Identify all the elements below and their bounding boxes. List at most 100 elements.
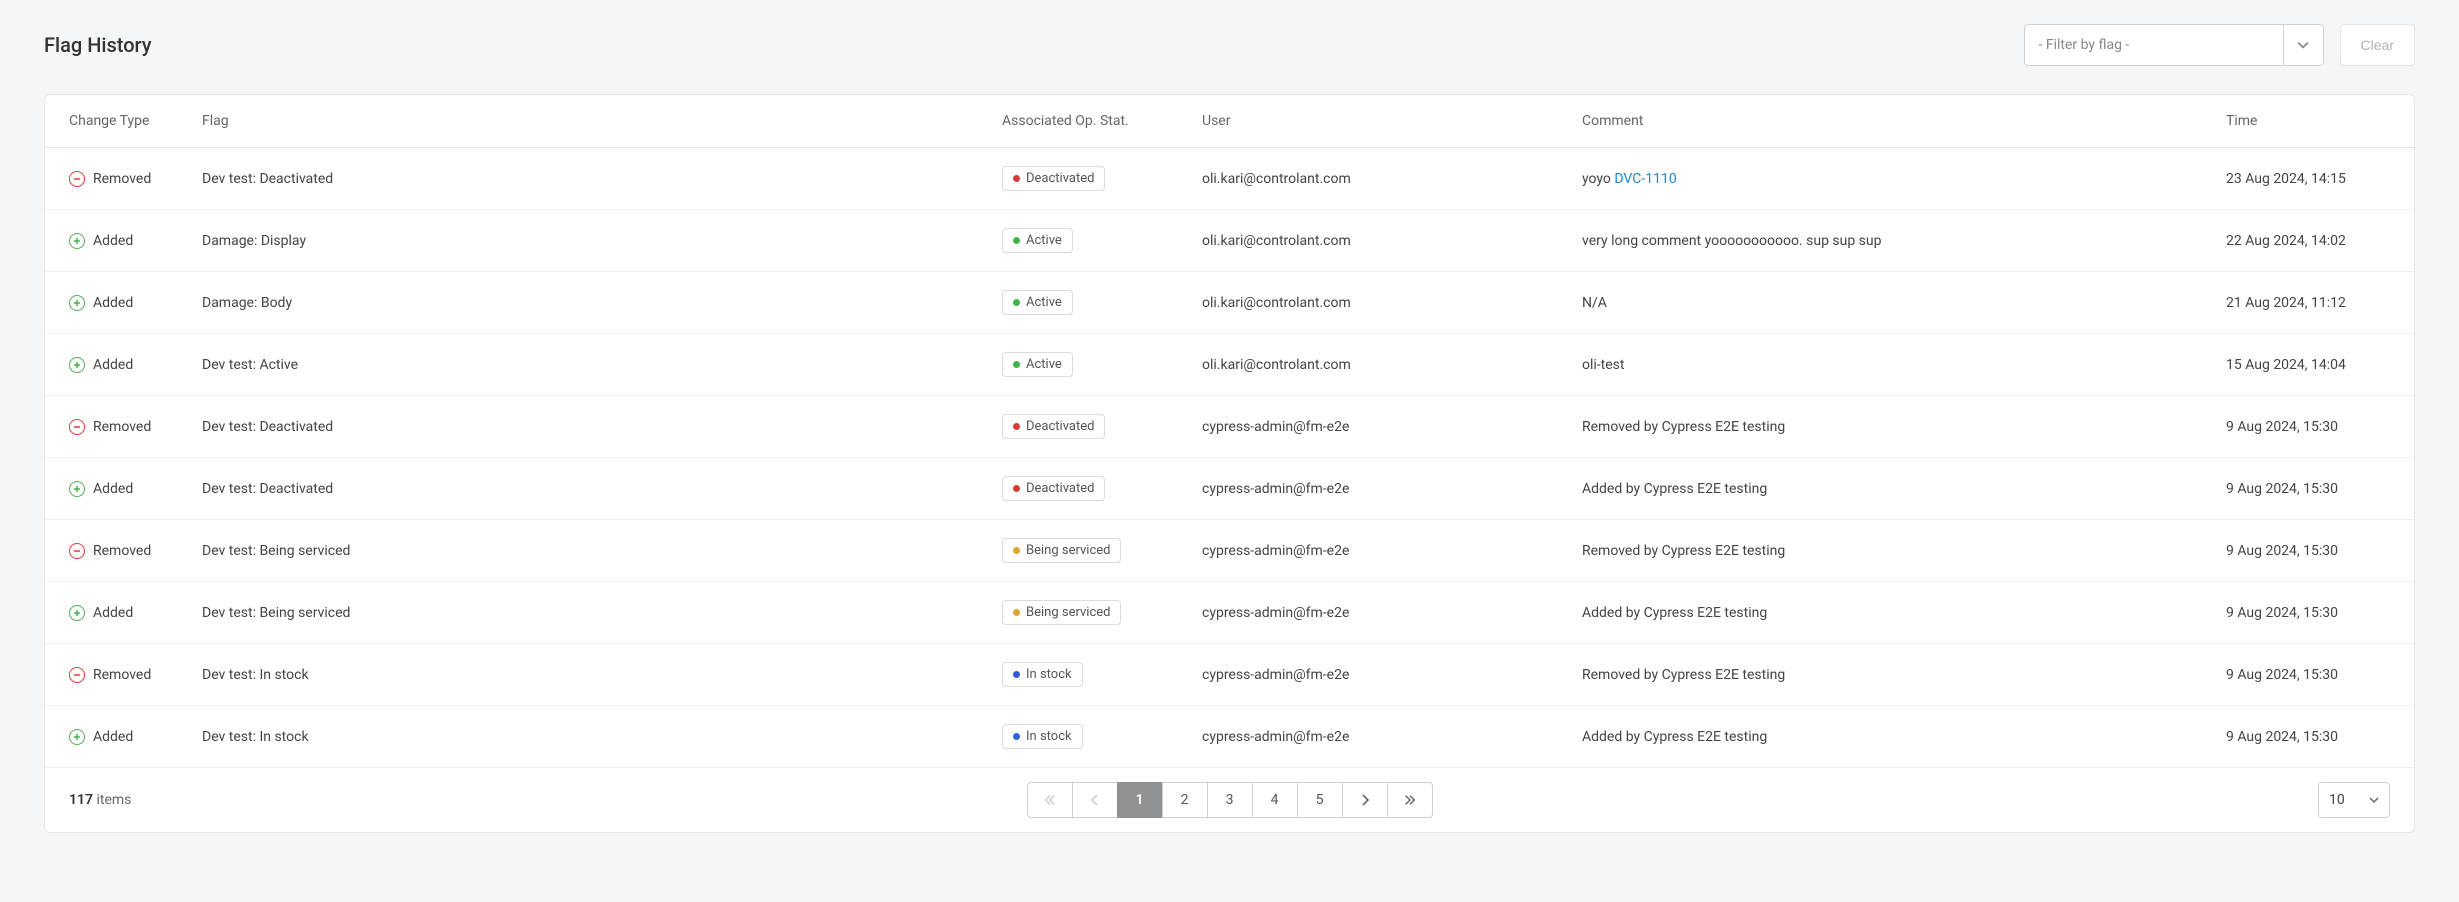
pagination-last-button[interactable] [1387,782,1433,818]
status-label: Active [1026,233,1062,248]
table-row: Removed Dev test: Being serviced Being ser… [45,520,2414,582]
page-size-select[interactable]: 10 [2318,782,2390,818]
comment-text: Added by Cypress E2E testing [1582,729,1767,745]
cell-user: cypress-admin@fm-e2e [1190,520,1570,582]
change-type-label: Added [93,481,133,497]
cell-flag: Dev test: Active [190,334,990,396]
status-dot-icon [1013,609,1020,616]
table-header-row: Change Type Flag Associated Op. Stat. Us… [45,95,2414,148]
filter-placeholder: - Filter by flag - [2039,37,2130,53]
cell-comment: Removed by Cypress E2E testing [1570,644,2214,706]
col-header-time: Time [2214,95,2414,148]
pagination-page-button[interactable]: 3 [1207,782,1253,818]
cell-change-type: Removed [45,644,190,706]
comment-text: Added by Cypress E2E testing [1582,481,1767,497]
col-header-status: Associated Op. Stat. [990,95,1190,148]
cell-user: oli.kari@controlant.com [1190,272,1570,334]
status-dot-icon [1013,671,1020,678]
pagination-page-button[interactable]: 5 [1297,782,1343,818]
page-size-value: 10 [2329,792,2345,808]
cell-comment: very long comment yooooooooooo. sup sup … [1570,210,2214,272]
cell-flag: Dev test: Being serviced [190,520,990,582]
cell-time: 22 Aug 2024, 14:02 [2214,210,2414,272]
col-header-comment: Comment [1570,95,2214,148]
cell-status: Being serviced [990,582,1190,644]
cell-status: Being serviced [990,520,1190,582]
cell-change-type: Added [45,334,190,396]
cell-time: 21 Aug 2024, 11:12 [2214,272,2414,334]
table-row: RemovedDev test: In stockIn stockcypress… [45,644,2414,706]
status-dot-icon [1013,299,1020,306]
change-type-label: Added [93,357,133,373]
cell-comment: Added by Cypress E2E testing [1570,458,2214,520]
plus-circle-icon [69,481,85,497]
cell-user: cypress-admin@fm-e2e [1190,706,1570,768]
change-type-label: Removed [93,543,151,559]
items-word: items [96,792,131,808]
cell-comment: N/A [1570,272,2214,334]
cell-comment: Removed by Cypress E2E testing [1570,520,2214,582]
cell-flag: Damage: Body [190,272,990,334]
filter-by-flag-select[interactable]: - Filter by flag - [2024,24,2324,66]
cell-change-type: Added [45,706,190,768]
status-label: Deactivated [1026,419,1094,434]
status-badge: Being serviced [1002,538,1121,563]
change-type-label: Added [93,729,133,745]
table-row: Added Damage: Body Active oli.kari@controla… [45,272,2414,334]
comment-link[interactable]: DVC-1110 [1614,171,1676,187]
cell-comment: Removed by Cypress E2E testing [1570,396,2214,458]
status-badge: Deactivated [1002,414,1105,439]
cell-comment: Added by Cypress E2E testing [1570,582,2214,644]
cell-change-type: Added [45,210,190,272]
cell-status: Active [990,272,1190,334]
cell-time: 9 Aug 2024, 15:30 [2214,644,2414,706]
items-total: 117 [69,792,93,808]
plus-circle-icon [69,295,85,311]
clear-button[interactable]: Clear [2340,24,2415,66]
status-dot-icon [1013,547,1020,554]
pagination-next-button[interactable] [1342,782,1388,818]
cell-change-type: Removed [45,148,190,210]
status-label: In stock [1026,667,1072,682]
table-row: RemovedDev test: DeactivatedDeactivatedc… [45,396,2414,458]
minus-circle-icon [69,419,85,435]
plus-circle-icon [69,357,85,373]
cell-status: In stock [990,644,1190,706]
cell-change-type: Removed [45,396,190,458]
status-dot-icon [1013,423,1020,430]
cell-change-type: Added [45,272,190,334]
table-row: AddedDamage: Display Active oli.kari@contr… [45,210,2414,272]
pagination-page-button[interactable]: 1 [1117,782,1163,818]
cell-flag: Dev test: Deactivated [190,148,990,210]
cell-status: In stock [990,706,1190,768]
cell-user: cypress-admin@fm-e2e [1190,582,1570,644]
status-badge: Active [1002,352,1073,377]
page-title: Flag History [44,33,152,57]
status-label: Active [1026,357,1062,372]
status-label: Deactivated [1026,171,1094,186]
table-row: AddedDev test: In stockIn stockcypress-a… [45,706,2414,768]
comment-text: Removed by Cypress E2E testing [1582,419,1785,435]
change-type-label: Removed [93,419,151,435]
pagination-first-button [1027,782,1073,818]
status-label: In stock [1026,729,1072,744]
cell-flag: Damage: Display [190,210,990,272]
status-label: Active [1026,295,1062,310]
status-dot-icon [1013,175,1020,182]
comment-text: Added by Cypress E2E testing [1582,605,1767,621]
cell-user: oli.kari@controlant.com [1190,210,1570,272]
cell-comment: yoyo DVC-1110 [1570,148,2214,210]
status-dot-icon [1013,485,1020,492]
cell-time: 9 Aug 2024, 15:30 [2214,458,2414,520]
status-badge: Deactivated [1002,476,1105,501]
plus-circle-icon [69,729,85,745]
minus-circle-icon [69,667,85,683]
flag-history-table: Change Type Flag Associated Op. Stat. Us… [45,95,2414,768]
comment-text: Removed by Cypress E2E testing [1582,667,1785,683]
cell-comment: Added by Cypress E2E testing [1570,706,2214,768]
pagination-page-button[interactable]: 2 [1162,782,1208,818]
chevron-down-icon [2283,25,2323,65]
cell-status: Active [990,334,1190,396]
pagination-page-button[interactable]: 4 [1252,782,1298,818]
change-type-label: Added [93,295,133,311]
